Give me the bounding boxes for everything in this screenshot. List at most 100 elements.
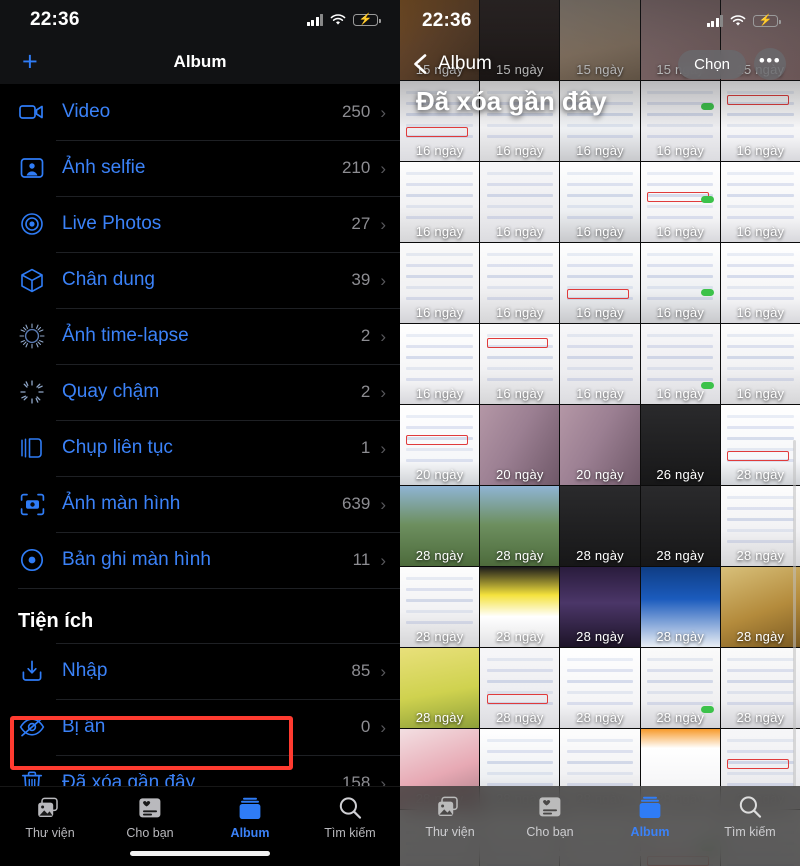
photo-thumbnail[interactable]: 28 ngày — [480, 486, 560, 566]
thumbnail-detail — [727, 437, 794, 440]
tab-library[interactable]: Thư viện — [0, 795, 100, 840]
album-row-screen-recordings[interactable]: Bản ghi màn hình 11 › — [0, 532, 400, 588]
album-row-hidden[interactable]: Bị ẩn 0 › — [0, 699, 400, 755]
album-row-burst[interactable]: Chụp liên tục 1 › — [0, 420, 400, 476]
tab-search[interactable]: Tìm kiếm — [300, 795, 400, 840]
photo-thumbnail[interactable]: 16 ngày — [640, 324, 720, 404]
tab-label: Tìm kiếm — [324, 826, 376, 840]
photo-thumbnail[interactable]: 28 ngày — [720, 567, 800, 647]
tab-for-you[interactable]: Cho bạn — [100, 795, 200, 840]
thumbnail-detail — [486, 750, 554, 753]
photo-thumbnail[interactable]: 20 ngày — [480, 405, 560, 485]
photo-thumbnail[interactable]: 28 ngày — [640, 567, 720, 647]
thumbnail-detail — [727, 216, 794, 219]
photo-thumbnail[interactable]: 28 ngày — [640, 648, 720, 728]
photo-thumbnail[interactable]: 28 ngày — [400, 486, 480, 566]
photo-thumbnail[interactable]: 28 ngày — [400, 648, 480, 728]
album-row-video[interactable]: Video 250 › — [0, 84, 400, 140]
photo-thumbnail[interactable]: 16 ngày — [720, 324, 800, 404]
photo-thumbnail[interactable]: 16 ngày — [400, 324, 480, 404]
album-row-imports[interactable]: Nhập 85 › — [0, 643, 400, 699]
photo-thumbnail[interactable]: 16 ngày — [480, 324, 560, 404]
scroll-indicator[interactable] — [793, 440, 796, 788]
album-row-recently-deleted[interactable]: Đã xóa gần đây 158 › — [0, 755, 400, 786]
wifi-icon — [730, 15, 746, 26]
album-row-timelapse[interactable]: Ảnh time-lapse 2 › — [0, 308, 400, 364]
thumbnail-age-label: 28 ngày — [736, 467, 785, 482]
thumbnail-detail — [406, 577, 473, 580]
photo-thumbnail[interactable]: 28 ngày — [480, 567, 560, 647]
photo-thumbnail[interactable]: 16 ngày — [640, 243, 720, 323]
thumbnail-detail — [486, 253, 554, 256]
photo-thumbnail[interactable]: 28 ngày — [640, 486, 720, 566]
album-row-live-photos[interactable]: Live Photos 27 › — [0, 196, 400, 252]
back-button[interactable]: Album — [410, 53, 492, 75]
thumbnail-detail — [486, 297, 554, 300]
photo-thumbnail[interactable]: 26 ngày — [640, 405, 720, 485]
album-row-portrait[interactable]: Chân dung 39 › — [0, 252, 400, 308]
thumbnail-detail — [727, 113, 794, 116]
bottom-tab-bar[interactable]: Thư viện Cho bạn Album Tìm kiếm — [400, 786, 800, 866]
ellipsis-icon[interactable]: ••• — [754, 48, 786, 80]
select-button[interactable]: Chọn — [678, 49, 746, 79]
album-row-slowmo[interactable]: Quay chậm 2 › — [0, 364, 400, 420]
album-count: 0 — [360, 717, 371, 736]
tab-library[interactable]: Thư viện — [400, 794, 500, 839]
album-label: Chân dung — [62, 269, 155, 290]
thumbnail-detail — [646, 691, 714, 694]
thumbnail-detail — [727, 702, 794, 705]
left-phone-screen: 22:36 ⚡ + Album Video 250 › Ảnh selfie 2… — [0, 0, 400, 866]
thumbnail-detail — [566, 669, 634, 672]
album-count: 27 — [351, 214, 371, 233]
photo-thumbnail[interactable]: 16 ngày — [480, 243, 560, 323]
photo-thumbnail[interactable]: 16 ngày — [560, 162, 640, 242]
thumbnail-detail — [646, 124, 714, 127]
thumbnail-detail — [646, 702, 714, 705]
photo-thumbnail[interactable]: 28 ngày — [480, 648, 560, 728]
album-list[interactable]: Video 250 › Ảnh selfie 210 › Live Photos… — [0, 84, 400, 786]
photo-thumbnail[interactable]: 28 ngày — [720, 486, 800, 566]
tab-albums[interactable]: Album — [200, 795, 300, 840]
photo-grid[interactable]: 15 ngày15 ngày15 ngày15 ngày15 ngày16 ng… — [400, 0, 800, 866]
tab-label: Thư viện — [25, 826, 75, 840]
photo-thumbnail[interactable]: 16 ngày — [640, 162, 720, 242]
thumbnail-detail — [406, 621, 473, 624]
album-row-selfies[interactable]: Ảnh selfie 210 › — [0, 140, 400, 196]
photo-thumbnail[interactable]: 16 ngày — [720, 162, 800, 242]
thumbnail-detail — [566, 750, 634, 753]
photo-thumbnail[interactable]: 28 ngày — [560, 486, 640, 566]
photo-thumbnail[interactable]: 16 ngày — [720, 243, 800, 323]
photo-thumbnail[interactable]: 28 ngày — [720, 405, 800, 485]
photo-thumbnail[interactable]: 16 ngày — [560, 324, 640, 404]
thumbnail-detail — [566, 135, 634, 138]
thumbnail-detail — [406, 297, 473, 300]
photo-thumbnail[interactable]: 28 ngày — [560, 567, 640, 647]
photo-thumbnail[interactable]: 28 ngày — [560, 648, 640, 728]
thumbnail-detail — [566, 378, 634, 381]
album-row-screenshots[interactable]: Ảnh màn hình 639 › — [0, 476, 400, 532]
photo-thumbnail[interactable]: 16 ngày — [720, 81, 800, 161]
photo-thumbnail[interactable]: 16 ngày — [400, 162, 480, 242]
thumbnail-age-label: 28 ngày — [415, 710, 464, 725]
thumbnail-detail — [406, 334, 473, 337]
photo-thumbnail[interactable]: 20 ngày — [400, 405, 480, 485]
thumbnail-detail — [406, 378, 473, 381]
thumbnail-detail — [727, 507, 794, 510]
photo-thumbnail[interactable]: 16 ngày — [560, 243, 640, 323]
thumbnail-detail — [646, 367, 714, 370]
for-you-icon — [538, 794, 562, 820]
plus-icon[interactable]: + — [22, 48, 38, 76]
tab-albums[interactable]: Album — [600, 794, 700, 839]
photo-thumbnail[interactable]: 20 ngày — [560, 405, 640, 485]
photo-thumbnail[interactable]: 16 ngày — [640, 81, 720, 161]
album-count: 2 — [360, 326, 371, 345]
photo-thumbnail[interactable]: 28 ngày — [400, 567, 480, 647]
thumbnail-detail — [727, 529, 794, 532]
photo-thumbnail[interactable]: 16 ngày — [400, 243, 480, 323]
photo-thumbnail[interactable]: 28 ngày — [720, 648, 800, 728]
tab-for-you[interactable]: Cho bạn — [500, 794, 600, 839]
thumbnail-age-label: 16 ngày — [415, 143, 464, 158]
photo-thumbnail[interactable]: 16 ngày — [480, 162, 560, 242]
photo-library-icon — [437, 794, 463, 820]
tab-search[interactable]: Tìm kiếm — [700, 794, 800, 839]
